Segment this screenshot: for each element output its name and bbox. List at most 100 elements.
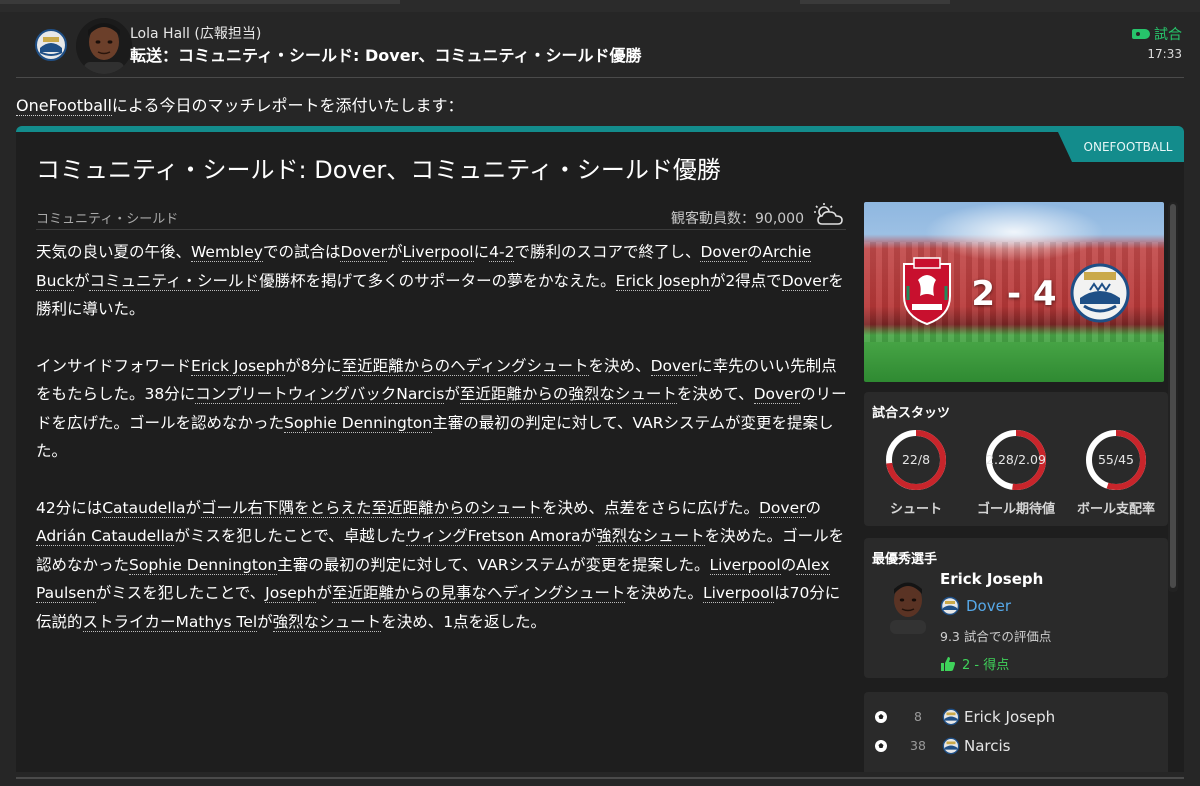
stat-xg[interactable]: 2.28/2.09 ゴール期待値 (966, 428, 1066, 517)
article-text: が2得点で (709, 271, 782, 290)
article-text: が (316, 584, 332, 602)
potm-player-name[interactable]: Erick Joseph (940, 570, 1043, 588)
article-link[interactable]: Liverpool (702, 584, 775, 603)
message-intro: OneFootballによる今日のマッチレポートを添付いたします： (16, 92, 463, 116)
potm-rating: 9.3 試合での評価点 (940, 629, 1052, 644)
goal-row[interactable]: 8 Erick Joseph (864, 704, 1168, 732)
article-link[interactable]: Liverpool (402, 243, 474, 262)
score-separator: - (1006, 274, 1022, 314)
article-link[interactable]: Wembley (191, 243, 263, 262)
article-text: が (185, 498, 201, 517)
article-link[interactable]: ゴール右下隅をとらえた至近距離からのシュート (200, 498, 542, 518)
potm-title: 最優秀選手 (872, 552, 938, 567)
article-link[interactable]: Dover (759, 498, 806, 518)
article-link[interactable]: Sophie Dennington (129, 555, 278, 575)
sender-name: Lola Hall (広報担当) (130, 26, 262, 42)
article-link[interactable]: Erick Joseph (191, 356, 286, 376)
article-text: での試合は (262, 243, 341, 261)
article-text: の (746, 243, 763, 261)
article-link[interactable]: 至近距離からのヘディングシュート (341, 356, 589, 376)
article-link[interactable]: Fretson Amora (467, 527, 581, 546)
goal-scorer-name: Erick Joseph (964, 708, 1056, 726)
article-link[interactable]: Joseph (265, 584, 317, 603)
article-text: インサイドフォワード (36, 356, 192, 375)
dover-crest-icon (1070, 263, 1130, 323)
stat-value: 55/45 (1097, 452, 1135, 467)
article-text: が (257, 612, 273, 631)
article-link[interactable]: Dover (340, 243, 387, 262)
article-text: が (580, 527, 597, 545)
article-link[interactable]: Erick Joseph (615, 271, 710, 291)
article-paragraph-2: インサイドフォワードErick Josephが8分に至近距離からのヘディングシュ… (36, 352, 851, 466)
article-text: 42分には (36, 498, 103, 517)
top-bar (0, 0, 1200, 12)
attendance: 観客動員数：90,000 (671, 211, 804, 227)
home-score: 2 (971, 274, 996, 314)
article-link[interactable]: コンプリートウィングバック (195, 385, 397, 404)
article-link[interactable]: 至近距離からの強烈なシュート (459, 385, 677, 404)
article-link[interactable]: Dover (700, 243, 747, 262)
scrollbar[interactable] (1168, 202, 1178, 592)
article-link[interactable]: Cataudella (102, 498, 186, 518)
goal-row[interactable]: 38 Narcis (864, 733, 1168, 761)
potm-club[interactable]: Dover (940, 596, 1011, 616)
player-of-the-match-panel: 最優秀選手 Erick Joseph Dover 9.3 試合での評価点 2 - (864, 538, 1168, 678)
article-text: で勝利のスコアで終了し、 (514, 243, 701, 261)
article-text: の (805, 498, 822, 517)
article-link[interactable]: Dover (650, 356, 698, 376)
article-text: の (780, 555, 797, 574)
article-text: を決め、1点を返した。 (381, 612, 547, 631)
dover-crest-icon (942, 737, 960, 755)
article-text: 天気の良い夏の午後、 (36, 243, 192, 261)
match-stats-title: 試合スタッツ (872, 406, 951, 421)
article-link[interactable]: Narcis (396, 385, 445, 404)
article-link[interactable]: Mathys Tel (175, 612, 258, 632)
article-text: が (73, 271, 90, 290)
onefootball-link[interactable]: OneFootball (16, 96, 112, 116)
article-link[interactable]: ストライカー (82, 612, 176, 632)
stat-shots[interactable]: 22/8 シュート (866, 428, 966, 517)
potm-goals-label: 2 - 得点 (962, 658, 1010, 673)
message-subject: 転送：コミュニティ・シールド: Dover、コミュニティ・シールド優勝 (130, 46, 642, 65)
article-text: が (444, 385, 460, 403)
top-bar-segment (0, 0, 400, 4)
article-link[interactable]: ウィング (405, 527, 468, 546)
goal-minute: 38 (910, 738, 926, 753)
article-link[interactable]: Dover (753, 385, 801, 404)
bottom-divider (16, 777, 1184, 779)
football-icon (875, 711, 887, 723)
stat-label: ボール支配率 (1076, 502, 1155, 517)
article-link[interactable]: 強烈なシュート (272, 612, 382, 632)
partly-cloudy-icon (814, 203, 843, 225)
article-text: を決め、 (588, 356, 651, 375)
article-link[interactable]: 至近距離からの見事なヘディングシュート (332, 584, 626, 603)
tag-icon (1132, 29, 1150, 39)
article-link[interactable]: 4-2 (489, 243, 515, 262)
article-text: が8分に (285, 356, 342, 375)
top-bar-segment (800, 0, 950, 4)
article-link[interactable]: Adrián Cataudella (36, 527, 175, 546)
goal-scorers-panel: 8 Erick Joseph 38 Narcis (864, 692, 1168, 772)
article-link[interactable]: コミュニティ・シールド (89, 271, 260, 291)
potm-club-name: Dover (966, 597, 1011, 615)
article-link[interactable]: Dover (781, 271, 829, 291)
article-text: 主審の最初の判定に対して、VARシステムが変更を提案した。 (277, 555, 710, 574)
article-link[interactable]: Liverpool (709, 555, 781, 575)
thumbs-up-icon (941, 656, 955, 671)
stat-label: シュート (889, 502, 942, 517)
article-link[interactable]: Sophie Dennington (284, 413, 433, 433)
message-tag[interactable]: 試合 (1132, 24, 1182, 44)
player-face-icon[interactable] (882, 576, 934, 634)
article-text: に (473, 243, 490, 261)
article-text: がミスを犯したことで、卓越した (174, 527, 406, 545)
stat-possession[interactable]: 55/45 ボール支配率 (1066, 428, 1166, 517)
match-report-card: ONEFOOTBALL コミュニティ・シールド: Dover、コミュニティ・シー… (16, 126, 1184, 772)
article-text: を決め、点差をさらに広げた。 (541, 498, 759, 517)
article-text: 優勝杯を掲げて多くのサポーターの夢をかなえた。 (259, 271, 616, 290)
competition-row: コミュニティ・シールド 観客動員数：90,000 (36, 198, 846, 230)
article-link[interactable]: 強烈なシュート (596, 527, 705, 546)
scrollbar-thumb[interactable] (1170, 204, 1176, 588)
football-icon (875, 740, 887, 752)
goal-scorer-name: Narcis (964, 737, 1011, 755)
sender-avatar[interactable] (76, 18, 132, 74)
